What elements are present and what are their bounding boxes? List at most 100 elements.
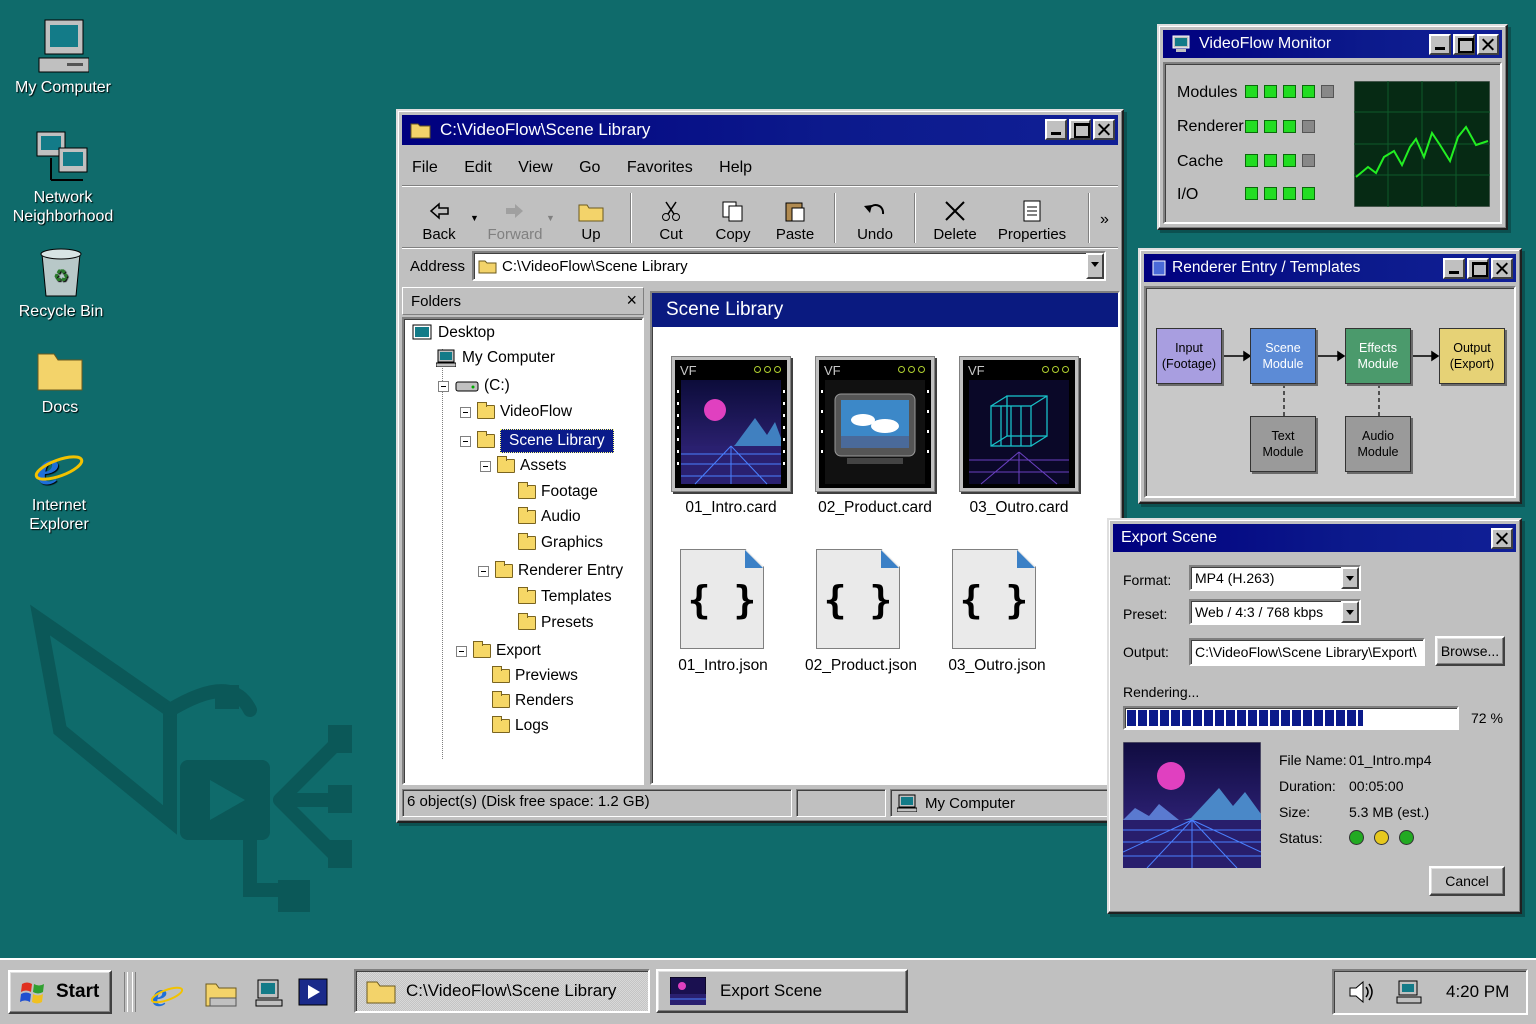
start-button[interactable]: Start xyxy=(8,970,112,1014)
delete-button[interactable]: Delete xyxy=(924,200,986,243)
quicklaunch-media-player-icon[interactable] xyxy=(298,978,328,1006)
file-card-product[interactable]: VF xyxy=(816,357,934,491)
properties-button[interactable]: Properties xyxy=(986,200,1078,243)
address-dropdown-button[interactable] xyxy=(1086,253,1104,279)
tree-item-desktop[interactable]: Desktop xyxy=(412,324,495,342)
tree-item-audio[interactable]: Audio xyxy=(518,507,581,526)
desktop-icon-docs[interactable]: Docs xyxy=(5,346,115,417)
forward-button[interactable]: Forward xyxy=(484,200,546,243)
node-audio-module[interactable]: Audio Module xyxy=(1345,416,1411,472)
tree-item-drive-c[interactable]: (C:) xyxy=(438,377,510,395)
task-export-scene[interactable]: Export Scene xyxy=(656,969,908,1013)
close-button[interactable] xyxy=(1477,34,1499,55)
preset-dropdown-button[interactable] xyxy=(1341,601,1359,623)
monitor-row-label: Cache xyxy=(1177,153,1224,170)
collapse-icon[interactable] xyxy=(480,460,491,472)
tree-item-templates[interactable]: Templates xyxy=(518,587,612,606)
tree-item-renders[interactable]: Renders xyxy=(492,691,574,710)
minimize-button[interactable] xyxy=(1045,119,1067,140)
json-glyph: { } xyxy=(823,578,893,622)
tree-item-presets[interactable]: Presets xyxy=(518,613,594,632)
back-button[interactable]: Back xyxy=(408,200,470,243)
svg-text:e: e xyxy=(37,440,59,492)
file-card-intro[interactable]: VF xyxy=(672,357,790,491)
monitor-title: VideoFlow Monitor xyxy=(1199,35,1332,52)
node-effects-module[interactable]: Effects Module xyxy=(1345,328,1411,384)
maximize-button[interactable] xyxy=(1453,34,1475,55)
tree-item-renderer-entry[interactable]: Renderer Entry xyxy=(478,561,623,580)
monitor-titlebar[interactable]: VideoFlow Monitor xyxy=(1163,30,1502,58)
collapse-icon[interactable] xyxy=(460,435,471,447)
menu-view[interactable]: View xyxy=(518,159,552,176)
menu-help[interactable]: Help xyxy=(719,159,752,176)
back-dropdown-icon[interactable]: ▼ xyxy=(470,213,484,223)
tree-item-my-computer[interactable]: My Computer xyxy=(436,349,555,367)
file-label[interactable]: 01_Intro.json xyxy=(648,657,798,675)
minimize-button[interactable] xyxy=(1429,34,1451,55)
cancel-button[interactable]: Cancel xyxy=(1429,866,1505,896)
tree-label: Templates xyxy=(541,588,612,605)
tree-item-graphics[interactable]: Graphics xyxy=(518,533,603,552)
quicklaunch-desktop-icon[interactable] xyxy=(254,978,284,1008)
close-button[interactable] xyxy=(1093,119,1115,140)
tree-label: Logs xyxy=(515,717,549,734)
collapse-icon[interactable] xyxy=(460,406,471,418)
node-input[interactable]: Input (Footage) xyxy=(1156,328,1222,384)
cut-button[interactable]: Cut xyxy=(640,200,702,243)
file-label[interactable]: 03_Outro.json xyxy=(922,657,1072,675)
tree-item-videoflow[interactable]: VideoFlow xyxy=(460,402,572,421)
tree-item-footage[interactable]: Footage xyxy=(518,482,598,501)
tree-item-logs[interactable]: Logs xyxy=(492,716,549,735)
tree-item-previews[interactable]: Previews xyxy=(492,666,578,685)
menu-favorites[interactable]: Favorites xyxy=(627,159,693,176)
close-button[interactable] xyxy=(1491,528,1513,549)
task-explorer[interactable]: C:\VideoFlow\Scene Library xyxy=(354,969,650,1013)
paste-button[interactable]: Paste xyxy=(764,200,826,243)
explorer-titlebar[interactable]: C:\VideoFlow\Scene Library xyxy=(402,115,1118,145)
json-file-icon[interactable]: { } xyxy=(816,549,900,649)
tree-item-export[interactable]: Export xyxy=(456,641,541,660)
json-file-icon[interactable]: { } xyxy=(952,549,1036,649)
tree-item-assets[interactable]: Assets xyxy=(480,456,567,475)
volume-speaker-icon[interactable] xyxy=(1348,980,1376,1004)
address-bar[interactable]: C:\VideoFlow\Scene Library xyxy=(472,251,1106,281)
node-text-module[interactable]: Text Module xyxy=(1250,416,1316,472)
export-titlebar[interactable]: Export Scene xyxy=(1113,524,1516,552)
collapse-icon[interactable] xyxy=(478,565,489,577)
undo-button[interactable]: Undo xyxy=(844,200,906,243)
menu-edit[interactable]: Edit xyxy=(464,159,492,176)
preset-select[interactable]: Web / 4:3 / 768 kbps xyxy=(1189,599,1361,625)
file-label[interactable]: 03_Outro.card xyxy=(944,499,1094,517)
menu-file[interactable]: File xyxy=(412,159,438,176)
collapse-icon[interactable] xyxy=(456,645,467,657)
browse-button[interactable]: Browse... xyxy=(1435,636,1505,666)
toolbar-more-chevron-icon[interactable]: » xyxy=(1100,211,1109,229)
format-dropdown-button[interactable] xyxy=(1341,567,1359,589)
format-select[interactable]: MP4 (H.263) xyxy=(1189,565,1361,591)
network-tray-icon[interactable] xyxy=(1396,980,1422,1004)
maximize-button[interactable] xyxy=(1069,119,1091,140)
menu-go[interactable]: Go xyxy=(579,159,600,176)
quicklaunch-explorer-icon[interactable] xyxy=(204,978,238,1008)
file-label[interactable]: 02_Product.card xyxy=(800,499,950,517)
up-button[interactable]: Up xyxy=(560,200,622,243)
folders-close-icon[interactable]: × xyxy=(626,290,637,311)
collapse-icon[interactable] xyxy=(438,380,449,392)
json-file-icon[interactable]: { } xyxy=(680,549,764,649)
node-output[interactable]: Output (Export) xyxy=(1439,328,1505,384)
node-scene-module[interactable]: Scene Module xyxy=(1250,328,1316,384)
copy-button[interactable]: Copy xyxy=(702,200,764,243)
desktop-icon-internet-explorer[interactable]: e Internet Explorer xyxy=(4,440,114,534)
monitor-row-label: I/O xyxy=(1177,186,1199,203)
desktop-icon-network[interactable]: Network Neighborhood xyxy=(8,128,118,226)
tree-item-scene-library[interactable]: Scene Library xyxy=(460,429,614,453)
forward-dropdown-icon[interactable]: ▼ xyxy=(546,213,560,223)
file-card-outro[interactable]: VF xyxy=(960,357,1078,491)
file-label[interactable]: 02_Product.json xyxy=(786,657,936,675)
output-path-input[interactable]: C:\VideoFlow\Scene Library\Export\ xyxy=(1189,638,1425,666)
monitor-row-label: Renderer xyxy=(1177,118,1244,135)
desktop-icon-my-computer[interactable]: My Computer xyxy=(8,18,118,97)
quicklaunch-ie-icon[interactable]: e xyxy=(150,976,184,1010)
desktop-icon-recycle-bin[interactable]: ♻ Recycle Bin xyxy=(6,244,116,321)
file-label[interactable]: 01_Intro.card xyxy=(656,499,806,517)
